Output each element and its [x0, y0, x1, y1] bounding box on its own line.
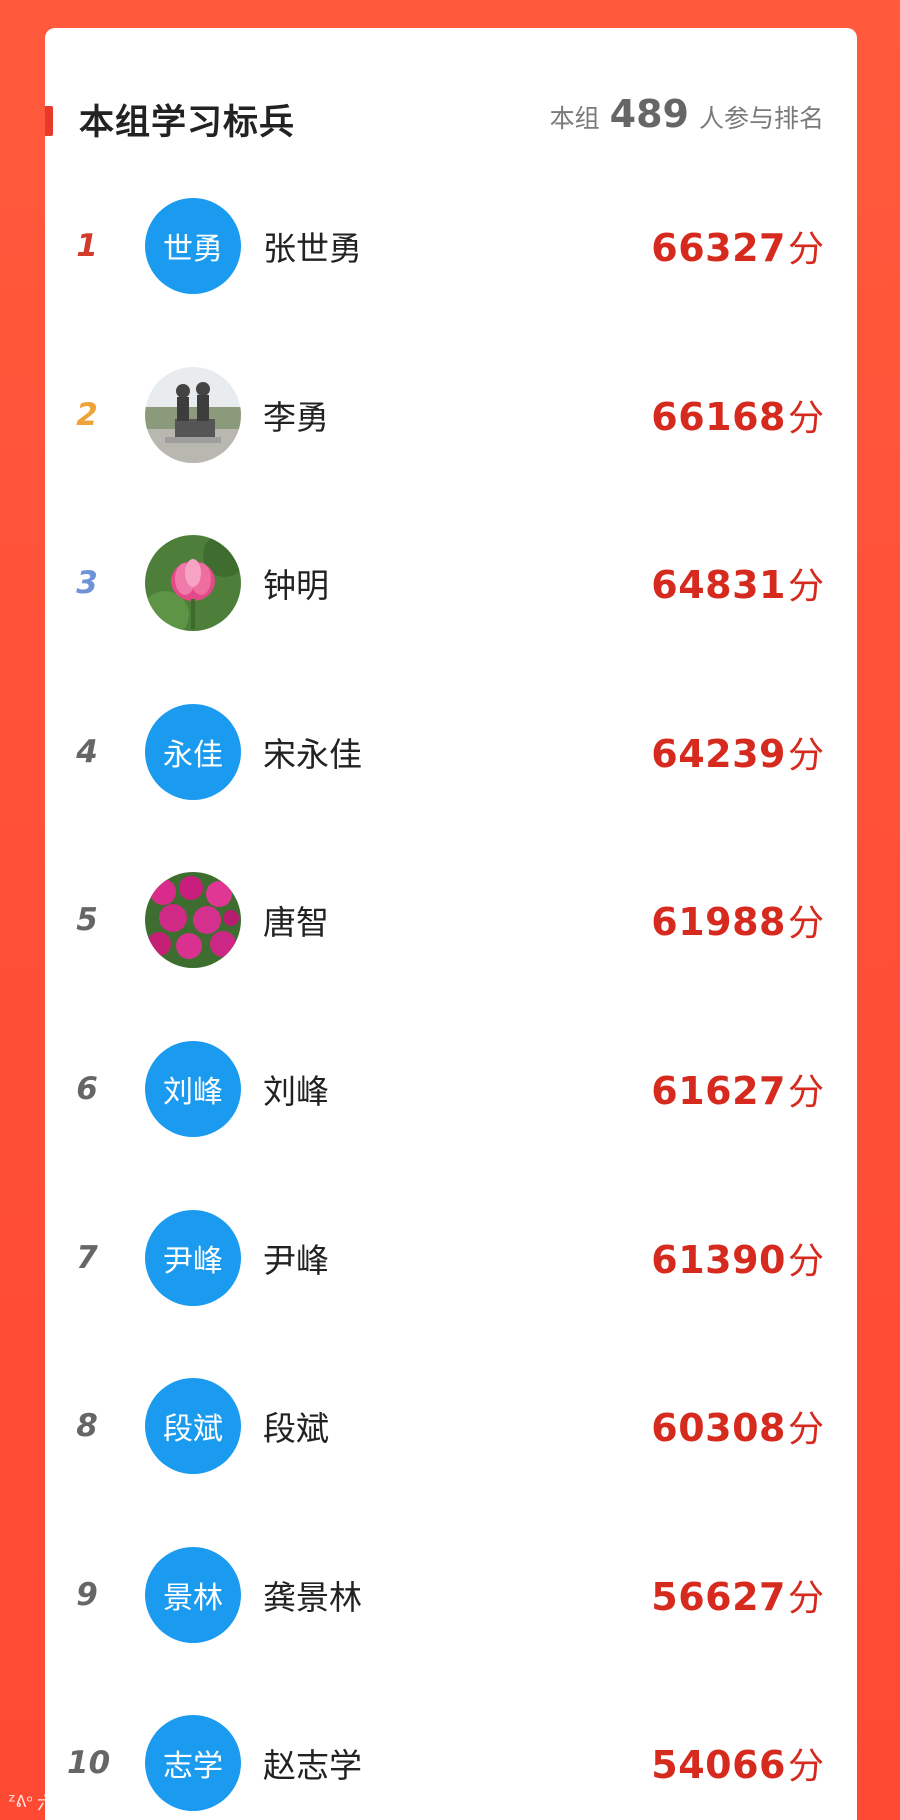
score-unit: 分 — [787, 566, 824, 608]
rank-number: 4 — [76, 733, 98, 770]
ranking-row[interactable]: 10 志学 赵志学 54066 分 — [45, 1713, 857, 1813]
user-name: 刘峰 — [263, 1072, 329, 1111]
user-name: 赵志学 — [263, 1746, 362, 1786]
ranking-row[interactable]: 2 李勇 66168 分 — [45, 365, 857, 465]
user-name: 龚景林 — [263, 1577, 362, 1617]
user-name: 李勇 — [263, 397, 329, 437]
score-value: 66168 — [651, 394, 786, 439]
score-unit: 分 — [787, 1240, 824, 1282]
avatar[interactable]: 尹峰 — [145, 1209, 241, 1306]
leaderboard-card: 本组学习标兵 本组 489 人参与排名 1 世勇 张世勇 66327 分 2 李勇 66168… — [45, 28, 857, 1820]
avatar[interactable]: 景林 — [145, 1546, 241, 1643]
score-value: 66327 — [651, 226, 786, 270]
avatar-text: 尹峰 — [163, 1243, 223, 1279]
participant-suffix: 人参与排名 — [698, 104, 824, 133]
participant-summary: 本组 489 人参与排名 — [550, 92, 824, 136]
watermark-logo-icon: ᙆᕕᵒ — [8, 1792, 34, 1811]
photo-statue-icon[interactable] — [145, 366, 241, 463]
watermark-text: 六般跨境 — [37, 1794, 106, 1814]
score-unit: 分 — [787, 397, 824, 439]
score: 66168 分 — [651, 389, 824, 441]
score: 64239 分 — [651, 726, 824, 778]
score-unit: 分 — [787, 1746, 824, 1788]
score-value: 61988 — [651, 900, 786, 945]
score-value: 56627 — [651, 1574, 786, 1619]
score: 56627 分 — [651, 1569, 824, 1621]
user-name: 张世勇 — [263, 229, 362, 268]
score-unit: 分 — [787, 734, 824, 776]
score: 54066 分 — [651, 1737, 824, 1789]
avatar-text: 段斌 — [163, 1412, 223, 1448]
rank-number: 1 — [76, 228, 98, 264]
avatar[interactable]: 段斌 — [145, 1378, 241, 1475]
avatar[interactable]: 刘峰 — [145, 1041, 241, 1137]
watermark: ᙆᕕᵒ 六般跨境 — [8, 1789, 105, 1814]
score-unit: 分 — [787, 1072, 824, 1113]
score-value: 64831 — [651, 563, 786, 608]
score: 66327 分 — [651, 220, 824, 272]
score-value: 60308 — [651, 1406, 786, 1451]
participant-prefix: 本组 — [549, 104, 600, 133]
avatar-text: 刘峰 — [163, 1075, 223, 1110]
score-value: 54066 — [651, 1743, 786, 1788]
score: 64831 分 — [651, 557, 824, 609]
header-accent-bar — [45, 106, 53, 136]
ranking-row[interactable]: 7 尹峰 尹峰 61390 分 — [45, 1208, 857, 1308]
ranking-row[interactable]: 4 永佳 宋永佳 64239 分 — [45, 702, 857, 802]
score-value: 61390 — [651, 1237, 786, 1282]
ranking-row[interactable]: 3 钟明 64831 分 — [45, 533, 857, 633]
page-title: 本组学习标兵 — [79, 103, 296, 143]
avatar[interactable]: 世勇 — [145, 198, 241, 294]
ranking-row[interactable]: 9 景林 龚景林 56627 分 — [45, 1545, 857, 1645]
user-name: 尹峰 — [263, 1240, 329, 1280]
score-value: 64239 — [651, 731, 786, 776]
rank-number: 7 — [76, 1239, 98, 1276]
ranking-row[interactable]: 8 段斌 段斌 60308 分 — [45, 1376, 857, 1476]
rank-number: 5 — [76, 902, 98, 939]
avatar-text: 世勇 — [163, 232, 223, 267]
ranking-row[interactable]: 1 世勇 张世勇 66327 分 — [45, 196, 857, 296]
avatar[interactable]: 永佳 — [145, 703, 241, 800]
score-unit: 分 — [787, 229, 824, 270]
score-unit: 分 — [787, 1409, 824, 1451]
score-value: 61627 — [651, 1069, 786, 1113]
user-name: 段斌 — [263, 1409, 329, 1449]
participant-count: 489 — [609, 92, 689, 136]
photo-flowers-icon[interactable] — [145, 872, 241, 969]
rank-number: 9 — [76, 1576, 98, 1613]
photo-lotus-icon[interactable] — [145, 535, 241, 632]
rank-number: 8 — [76, 1408, 98, 1445]
rank-number: 2 — [76, 396, 98, 433]
score-unit: 分 — [787, 1577, 824, 1619]
avatar-text: 景林 — [163, 1580, 223, 1616]
rank-number: 10 — [67, 1745, 111, 1782]
ranking-row[interactable]: 5 唐智 61988 分 — [45, 870, 857, 970]
avatar-text: 永佳 — [163, 737, 223, 773]
score: 61988 分 — [651, 894, 824, 946]
ranking-row[interactable]: 6 刘峰 刘峰 61627 分 — [45, 1039, 857, 1139]
avatar[interactable]: 志学 — [145, 1715, 241, 1812]
score: 61390 分 — [651, 1232, 824, 1284]
rank-number: 3 — [76, 565, 98, 602]
score: 61627 分 — [651, 1063, 824, 1115]
user-name: 钟明 — [263, 566, 329, 606]
user-name: 唐智 — [263, 903, 329, 943]
avatar-text: 志学 — [163, 1749, 223, 1785]
score: 60308 分 — [651, 1400, 824, 1452]
score-unit: 分 — [787, 903, 824, 945]
user-name: 宋永佳 — [263, 734, 362, 774]
rank-number: 6 — [76, 1071, 98, 1107]
